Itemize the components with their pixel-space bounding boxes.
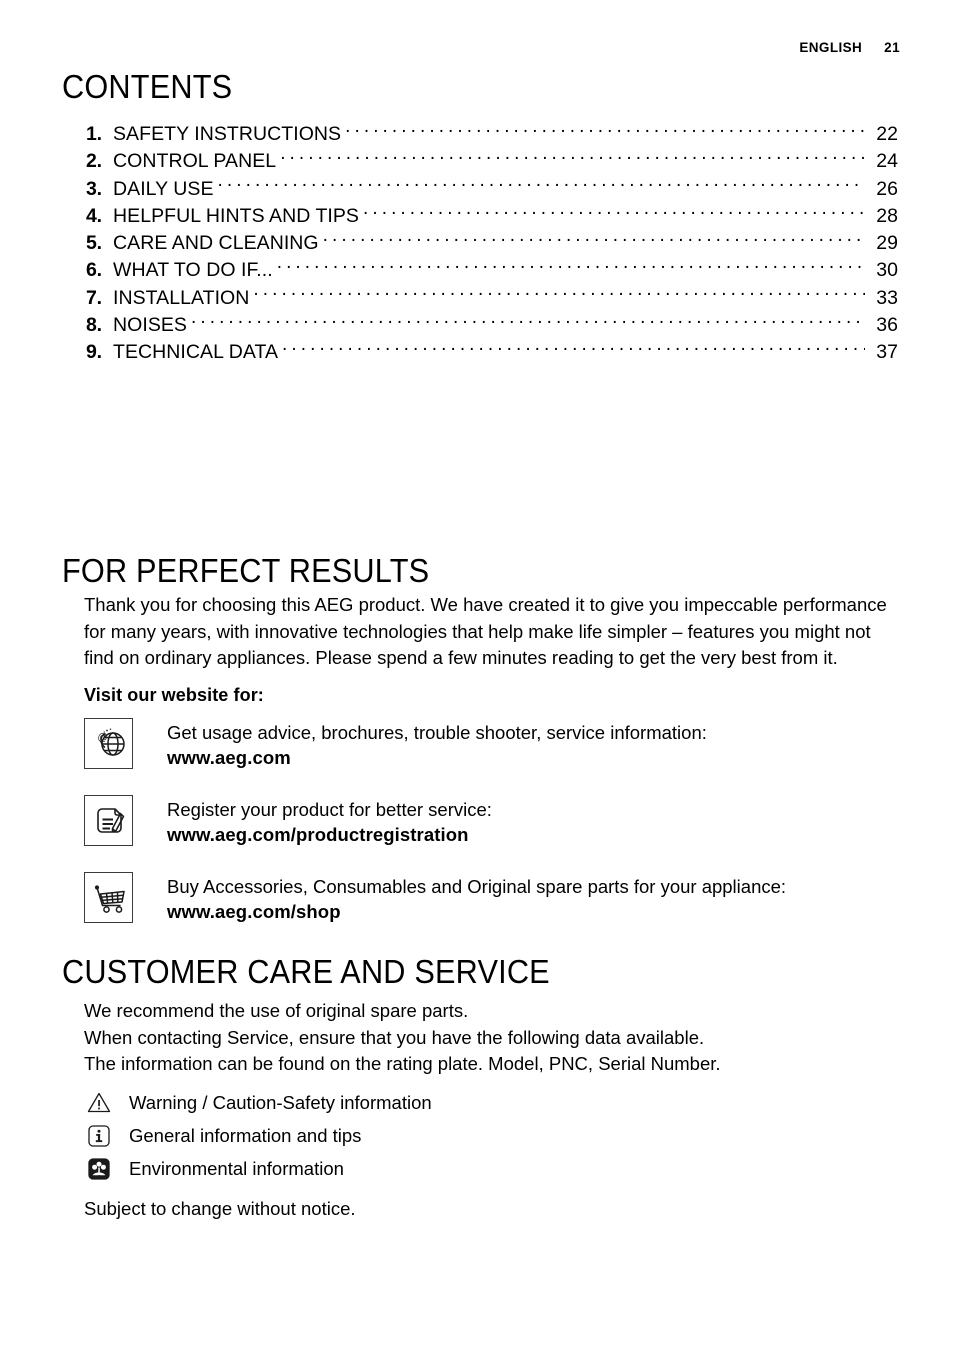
toc-leader-dots [282,339,865,358]
information-icon [84,1123,114,1149]
service-text-website: Get usage advice, brochures, trouble sho… [167,718,707,770]
toc-entry-title: NOISES [113,314,187,337]
toc-entry-title: DAILY USE [113,177,214,200]
toc-entry[interactable]: 8. NOISES 36 [86,312,898,339]
toc-leader-dots [277,257,865,276]
visit-website-label: Visit our website for: [84,685,264,705]
toc-entry-page: 37 [876,341,898,364]
service-text-registration: Register your product for better service… [167,795,492,847]
warning-triangle-icon [84,1090,114,1116]
service-url[interactable]: www.aeg.com/productregistration [167,822,492,847]
customer-care-paragraph: We recommend the use of original spare p… [84,998,884,1078]
toc-entry-title: CARE AND CLEANING [113,232,319,255]
toc-entry[interactable]: 1. SAFETY INSTRUCTIONS 22 [86,121,898,148]
toc-entry-number: 4. [86,204,102,227]
toc-leader-dots [280,148,865,167]
toc-entry-title: CONTROL PANEL [113,150,277,173]
legend-row-environmental: Environmental information [84,1152,432,1185]
svg-text:@: @ [97,732,107,743]
service-description: Register your product for better service… [167,799,492,820]
toc-entry-page: 36 [876,314,898,337]
legend-label: General information and tips [129,1125,362,1146]
toc-entry-number: 7. [86,286,102,309]
customer-care-line: The information can be found on the rati… [84,1053,721,1074]
legend-row-warning: Warning / Caution-Safety information [84,1086,432,1119]
toc-entry-number: 8. [86,314,102,337]
toc-leader-dots [345,121,865,140]
toc-entry-page: 30 [876,259,898,282]
environmental-flower-icon [84,1156,114,1182]
service-description: Buy Accessories, Consumables and Origina… [167,876,787,897]
toc-entry-page: 26 [876,177,898,200]
service-row-website: @ Get usage advice, brochures, trouble s… [84,718,707,770]
document-page: ENGLISH 21 CONTENTS 1. SAFETY INSTRUCTIO… [0,0,954,1352]
toc-entry[interactable]: 6. WHAT TO DO IF... 30 [86,257,898,284]
page-title-contents: CONTENTS [62,68,233,105]
toc-entry-page: 29 [876,232,898,255]
toc-entry-title: HELPFUL HINTS AND TIPS [113,204,359,227]
service-url[interactable]: www.aeg.com/shop [167,899,786,924]
customer-care-line: We recommend the use of original spare p… [84,1000,469,1021]
legend-label: Warning / Caution-Safety information [129,1092,432,1113]
service-row-shop: Buy Accessories, Consumables and Origina… [84,872,786,924]
customer-care-line: When contacting Service, ensure that you… [84,1026,705,1048]
toc-entry[interactable]: 5. CARE AND CLEANING 29 [86,230,898,257]
toc-entry[interactable]: 3. DAILY USE 26 [86,176,898,203]
legend-label: Environmental information [129,1158,344,1179]
legend-row-information: General information and tips [84,1119,432,1152]
header-page-number: 21 [884,40,900,55]
toc-entry-page: 28 [876,204,898,227]
service-description: Get usage advice, brochures, trouble sho… [167,722,707,743]
toc-leader-dots [363,203,865,222]
symbol-legend: Warning / Caution-Safety information Gen… [84,1086,432,1185]
section-title-customer-care: CUSTOMER CARE AND SERVICE [62,953,550,990]
section-title-perfect-results: FOR PERFECT RESULTS [62,552,430,589]
globe-at-icon: @ [84,718,133,769]
toc-entry[interactable]: 2. CONTROL PANEL 24 [86,148,898,175]
toc-entry-page: 24 [876,150,898,173]
toc-leader-dots [218,176,865,195]
service-url[interactable]: www.aeg.com [167,745,707,770]
service-row-registration: Register your product for better service… [84,795,492,847]
running-header: ENGLISH 21 [799,40,900,55]
toc-entry-number: 3. [86,177,102,200]
toc-entry-title: SAFETY INSTRUCTIONS [113,123,342,145]
toc-leader-dots [191,312,865,331]
toc-leader-dots [323,230,865,249]
document-pencil-icon [84,795,133,846]
toc-entry-number: 5. [86,232,102,255]
toc-entry[interactable]: 7. INSTALLATION 33 [86,285,898,312]
toc-entry-number: 1. [86,123,102,145]
toc-entry-number: 9. [86,341,102,364]
perfect-results-paragraph: Thank you for choosing this AEG product.… [84,594,887,668]
subject-to-change-note: Subject to change without notice. [84,1198,356,1219]
toc-entry-number: 6. [86,259,102,282]
toc-entry[interactable]: 4. HELPFUL HINTS AND TIPS 28 [86,203,898,230]
header-language: ENGLISH [799,40,863,55]
shopping-cart-icon [84,872,133,923]
toc-entry-number: 2. [86,150,102,173]
toc-entry-title: INSTALLATION [113,286,250,309]
service-text-shop: Buy Accessories, Consumables and Origina… [167,872,786,924]
toc-entry-title: TECHNICAL DATA [113,341,279,364]
toc-leader-dots [253,285,865,304]
toc-entry[interactable]: 9. TECHNICAL DATA 37 [86,339,898,366]
toc-entry-page: 22 [876,123,898,145]
table-of-contents: 1. SAFETY INSTRUCTIONS 22 2. CONTROL PAN… [86,121,898,367]
toc-entry-title: WHAT TO DO IF... [113,259,273,282]
toc-entry-page: 33 [876,286,898,309]
